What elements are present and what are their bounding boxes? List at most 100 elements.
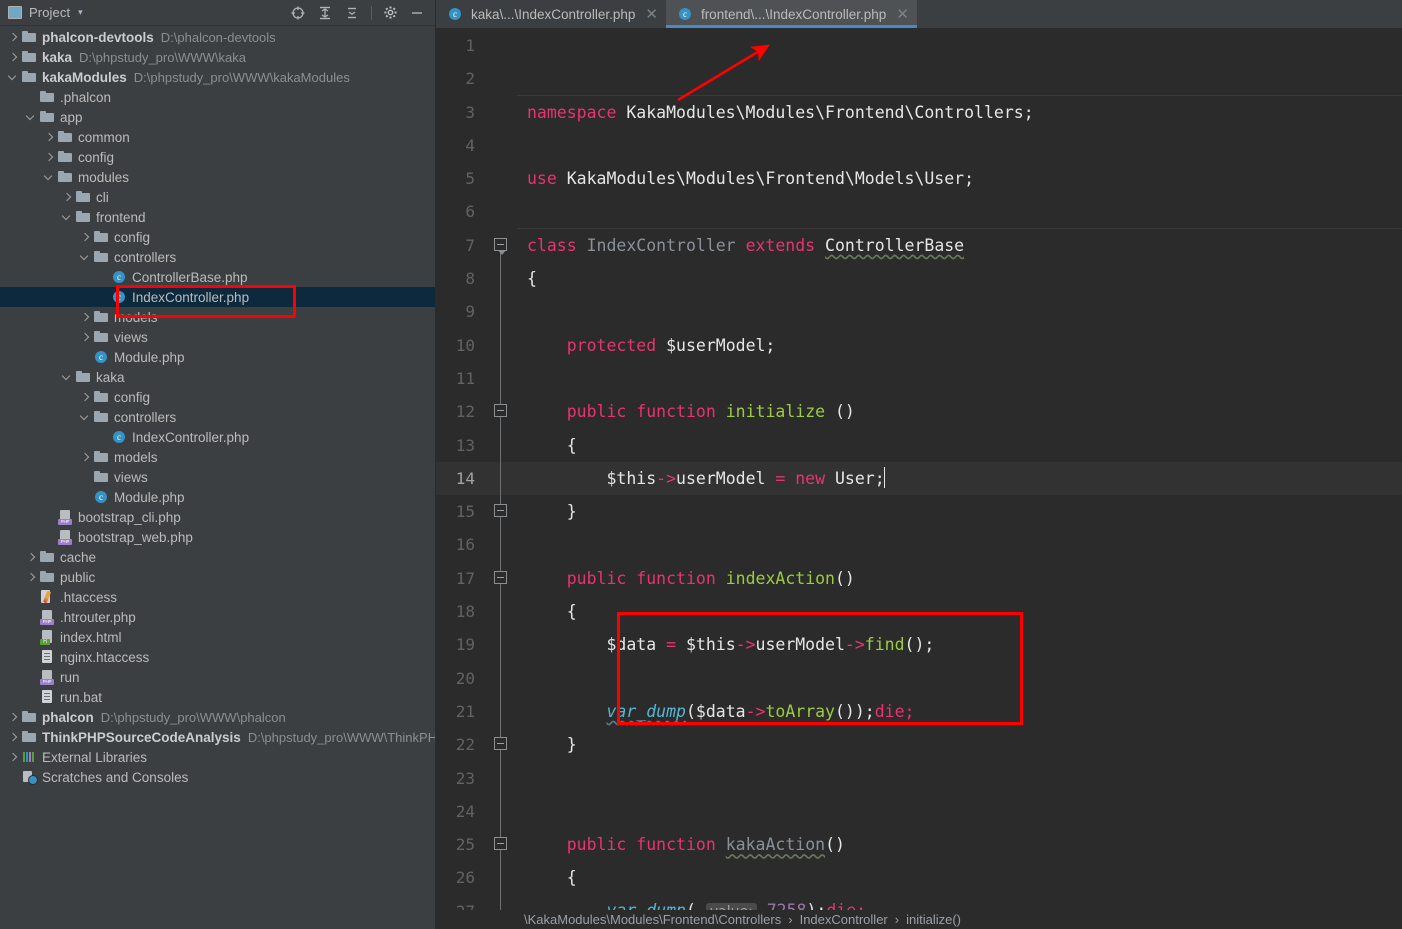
fold-gutter[interactable] (484, 761, 517, 795)
fold-marker-icon[interactable] (494, 237, 507, 255)
fold-gutter[interactable] (484, 361, 517, 396)
tree-item[interactable]: views (0, 327, 435, 347)
tree-item[interactable]: controllers (0, 407, 435, 427)
breadcrumb-class[interactable]: IndexController (800, 912, 888, 927)
chevron-right-icon[interactable] (80, 392, 91, 403)
tree-item[interactable]: run (0, 667, 435, 687)
chevron-right-icon[interactable] (80, 232, 91, 243)
fold-gutter[interactable] (484, 561, 517, 596)
fold-gutter[interactable] (484, 395, 517, 429)
fold-gutter[interactable] (484, 495, 517, 529)
tree-item[interactable]: views (0, 467, 435, 487)
chevron-right-icon[interactable] (8, 732, 19, 743)
code-line[interactable]: 7 class IndexController extends Controlle… (436, 229, 1402, 263)
fold-gutter[interactable] (484, 229, 517, 263)
chevron-down-icon[interactable]: ▾ (78, 8, 83, 17)
tree-item[interactable]: common (0, 127, 435, 147)
tree-item[interactable]: config (0, 147, 435, 167)
code-line[interactable]: 11 (436, 361, 1402, 396)
chevron-right-icon[interactable] (62, 192, 73, 203)
chevron-right-icon[interactable] (8, 32, 19, 43)
tree-item[interactable]: .htrouter.php (0, 607, 435, 627)
tree-item[interactable]: kaka D:\phpstudy_pro\WWW\kaka (0, 47, 435, 67)
chevron-right-icon[interactable] (80, 452, 91, 463)
tree-item[interactable]: controllers (0, 247, 435, 267)
chevron-right-icon[interactable] (80, 332, 91, 343)
code-line[interactable]: 6 (436, 195, 1402, 228)
code-line[interactable]: 1 (436, 29, 1402, 62)
fold-marker-icon[interactable] (494, 404, 507, 418)
tree-item[interactable]: nginx.htaccess (0, 647, 435, 667)
tree-item[interactable]: bootstrap_cli.php (0, 507, 435, 527)
tree-item[interactable]: kaka (0, 367, 435, 387)
tree-item[interactable]: app (0, 107, 435, 127)
fold-gutter[interactable] (484, 661, 517, 695)
tree-item[interactable]: phalcon-devtools D:\phalcon-devtools (0, 27, 435, 47)
tree-item-selected[interactable]: IndexController.php (0, 287, 435, 307)
code-line[interactable]: 3 namespace KakaModules\Modules\Frontend\… (436, 96, 1402, 129)
fold-gutter[interactable] (484, 195, 517, 228)
locate-target-icon[interactable] (290, 5, 306, 21)
tree-item[interactable]: Module.php (0, 347, 435, 367)
chevron-down-icon[interactable] (80, 252, 91, 263)
code-line[interactable]: 16 (436, 528, 1402, 562)
tree-item[interactable]: index.html (0, 627, 435, 647)
chevron-down-icon[interactable] (8, 72, 19, 83)
fold-gutter[interactable] (484, 595, 517, 629)
editor-tab-frontend[interactable]: frontend\...\IndexController.php ✕ (665, 0, 917, 28)
fold-gutter[interactable] (484, 828, 517, 862)
tree-item[interactable]: cli (0, 187, 435, 207)
code-line[interactable]: 19 $data = $this->userModel->find(); (436, 628, 1402, 662)
tree-item[interactable]: bootstrap_web.php (0, 527, 435, 547)
fold-gutter[interactable] (484, 29, 517, 62)
code-line[interactable]: 12 public function initialize () (436, 395, 1402, 429)
fold-gutter[interactable] (484, 162, 517, 195)
tree-item[interactable]: Module.php (0, 487, 435, 507)
tree-item[interactable]: modules (0, 167, 435, 187)
tree-item[interactable]: run.bat (0, 687, 435, 707)
fold-gutter[interactable] (484, 861, 517, 895)
tree-item[interactable]: models (0, 447, 435, 467)
tree-item[interactable]: .htaccess (0, 587, 435, 607)
chevron-right-icon[interactable] (44, 132, 55, 143)
tree-item[interactable]: models (0, 307, 435, 327)
editor-tab-kaka[interactable]: kaka\...\IndexController.php ✕ (436, 0, 666, 28)
fold-gutter[interactable] (484, 794, 517, 829)
fold-gutter[interactable] (484, 129, 517, 162)
code-line[interactable]: 2 (436, 62, 1402, 95)
code-line[interactable]: 21 var_dump($data->toArray());die; (436, 694, 1402, 729)
minimize-icon[interactable] (409, 5, 425, 21)
code-viewport[interactable]: 1 2 3 namespace KakaModules\Modules\Fronten… (436, 29, 1402, 929)
breadcrumb[interactable]: \KakaModules\Modules\Frontend\Controller… (436, 910, 1402, 929)
fold-marker-icon[interactable] (494, 737, 507, 751)
fold-gutter[interactable] (484, 62, 517, 95)
tree-item[interactable]: IndexController.php (0, 427, 435, 447)
code-content[interactable]: 1 2 3 namespace KakaModules\Modules\Fronten… (436, 29, 1402, 929)
code-line[interactable]: 18 { (436, 595, 1402, 629)
tree-item[interactable]: kakaModules D:\phpstudy_pro\WWW\kakaModul… (0, 67, 435, 87)
collapse-all-icon[interactable] (344, 5, 360, 21)
code-line[interactable]: 5 use KakaModules\Modules\Frontend\Models… (436, 162, 1402, 195)
tree-item[interactable]: External Libraries (0, 747, 435, 767)
fold-gutter[interactable] (484, 628, 517, 662)
code-line[interactable]: 25 public function kakaAction() (436, 828, 1402, 862)
fold-marker-icon[interactable] (494, 837, 507, 851)
fold-gutter[interactable] (484, 528, 517, 562)
close-icon[interactable]: ✕ (645, 6, 658, 22)
code-line[interactable]: 15 } (436, 495, 1402, 529)
code-line[interactable]: 8{ (436, 262, 1402, 296)
fold-marker-icon[interactable] (494, 570, 507, 584)
chevron-right-icon[interactable] (44, 152, 55, 163)
chevron-right-icon[interactable] (8, 752, 19, 763)
fold-gutter[interactable] (484, 295, 517, 329)
chevron-down-icon[interactable] (62, 212, 73, 223)
chevron-down-icon[interactable] (44, 172, 55, 183)
breadcrumb-method[interactable]: initialize() (906, 912, 961, 927)
chevron-down-icon[interactable] (80, 412, 91, 423)
chevron-right-icon[interactable] (8, 712, 19, 723)
tree-item[interactable]: public (0, 567, 435, 587)
code-line-current[interactable]: 14 $this->userModel = new User; (436, 461, 1402, 496)
tree-item[interactable]: config (0, 227, 435, 247)
code-line[interactable]: 10 protected $userModel; (436, 328, 1402, 362)
fold-gutter[interactable] (484, 694, 517, 729)
